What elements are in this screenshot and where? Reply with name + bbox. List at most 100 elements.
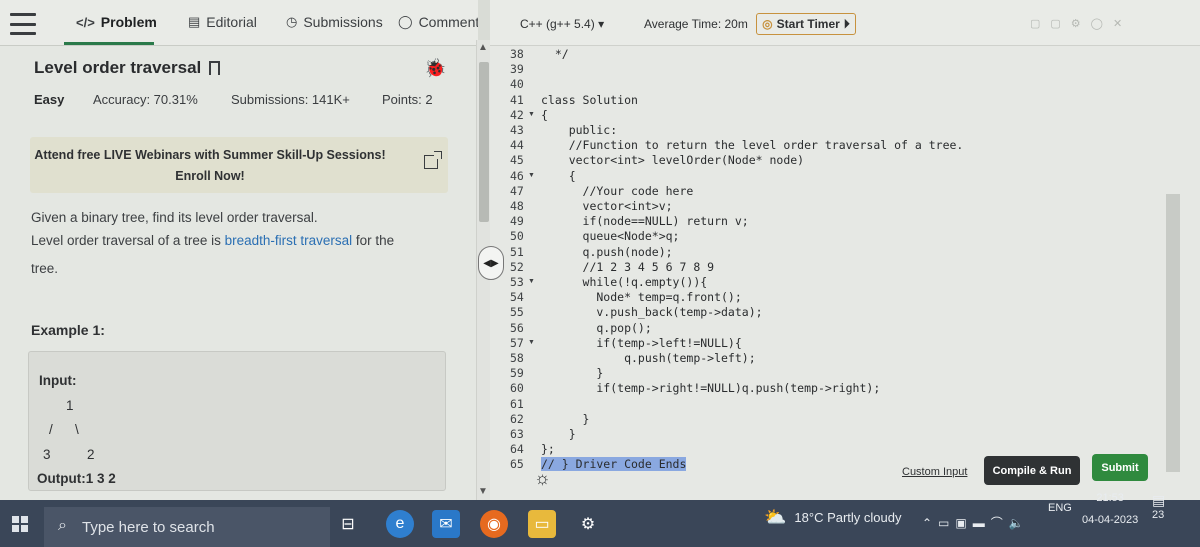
banner-enroll-link[interactable]: Enroll Now! bbox=[30, 169, 390, 183]
mail-icon[interactable]: ✉ bbox=[432, 510, 460, 538]
timer-icon: ◎ bbox=[762, 17, 773, 31]
clock-date: 04-04-2023 bbox=[1082, 514, 1139, 526]
fold-toggle-icon[interactable]: ▼ bbox=[528, 172, 535, 179]
code-line[interactable]: if(temp->left!=NULL){ bbox=[541, 336, 741, 350]
editor-tool-icons[interactable]: ▢▢⚙◯✕ bbox=[1030, 17, 1132, 30]
code-line[interactable]: vector<int>v; bbox=[541, 199, 673, 213]
lightbulb-icon[interactable]: ☼ bbox=[534, 468, 551, 489]
description-text-tail: for the bbox=[352, 233, 395, 248]
code-line[interactable]: if(node==NULL) return v; bbox=[541, 214, 749, 228]
edge-browser-icon[interactable]: e bbox=[386, 510, 414, 538]
accuracy-label: Accuracy: 70.31% bbox=[93, 92, 198, 107]
pane-resize-handle[interactable]: ◀▶ bbox=[478, 246, 504, 280]
windows-start-icon[interactable] bbox=[12, 516, 28, 532]
firefox-icon[interactable]: ◉ bbox=[480, 510, 508, 538]
line-number: 41 bbox=[510, 92, 524, 107]
weather-widget[interactable]: ⛅ 18°C Partly cloudy bbox=[764, 507, 902, 528]
weather-text: 18°C Partly cloudy bbox=[794, 510, 902, 525]
code-line[interactable]: q.push(node); bbox=[541, 245, 673, 259]
search-icon: ⌕ bbox=[58, 517, 67, 534]
custom-input-link[interactable]: Custom Input bbox=[902, 466, 967, 478]
code-line[interactable]: class Solution bbox=[541, 93, 638, 107]
code-line[interactable]: } bbox=[541, 366, 603, 380]
code-line[interactable]: while(!q.empty()){ bbox=[541, 275, 708, 289]
tab-comments[interactable]: ◯ Comments bbox=[398, 14, 478, 30]
submit-button[interactable]: Submit bbox=[1092, 454, 1148, 481]
description-line-2: Level order traversal of a tree is bread… bbox=[31, 233, 394, 248]
tab-editorial[interactable]: ▤ Editorial bbox=[188, 14, 257, 30]
banner-headline: Attend free LIVE Webinars with Summer Sk… bbox=[34, 148, 386, 162]
input-language[interactable]: ENG bbox=[1048, 502, 1072, 514]
code-line[interactable]: q.pop(); bbox=[541, 321, 651, 335]
code-line[interactable]: public: bbox=[541, 123, 617, 137]
taskbar-clock[interactable]: 21:53 04-04-2023 bbox=[1082, 490, 1138, 528]
code-line[interactable]: vector<int> levelOrder(Node* node) bbox=[541, 153, 804, 167]
code-line[interactable]: q.push(temp->left); bbox=[541, 351, 756, 365]
chevron-down-icon: ▾ bbox=[598, 17, 605, 31]
fold-toggle-icon[interactable]: ▼ bbox=[528, 278, 535, 285]
line-number: 44 bbox=[510, 138, 524, 153]
code-line[interactable]: } bbox=[541, 427, 576, 441]
code-line[interactable]: */ bbox=[541, 47, 569, 61]
points-label: Points: 2 bbox=[382, 92, 433, 107]
example-box: Input: 1 / \ 3 2 Output:1 3 2 bbox=[28, 351, 446, 491]
bfs-link[interactable]: breadth-first traversal bbox=[225, 233, 353, 248]
scroll-down-icon[interactable]: ▼ bbox=[478, 486, 488, 497]
code-line[interactable]: //Function to return the level order tra… bbox=[541, 138, 964, 152]
bookmark-icon[interactable] bbox=[209, 61, 221, 75]
difficulty-label: Easy bbox=[34, 92, 65, 107]
tab-submissions[interactable]: ◷ Submissions bbox=[286, 14, 383, 30]
line-number: 50 bbox=[510, 229, 524, 244]
file-explorer-icon[interactable]: ▭ bbox=[528, 510, 556, 538]
code-line[interactable]: if(temp->right!=NULL)q.push(temp->right)… bbox=[541, 381, 880, 395]
line-number: 45 bbox=[510, 153, 524, 168]
notification-center[interactable]: ▤ 23 bbox=[1152, 492, 1165, 521]
menu-icon[interactable] bbox=[6, 10, 40, 38]
fold-toggle-icon[interactable]: ▼ bbox=[528, 111, 535, 118]
description-text: Level order traversal of a tree is bbox=[31, 233, 225, 248]
line-number: 49 bbox=[510, 214, 524, 229]
problem-title: Level order traversal bbox=[34, 58, 221, 78]
settings-gear-icon[interactable]: ⚙ bbox=[574, 510, 602, 538]
bug-icon[interactable]: 🐞 bbox=[424, 58, 446, 79]
description-line-3: tree. bbox=[31, 261, 59, 276]
code-icon: </> bbox=[76, 14, 95, 30]
system-tray-icons[interactable]: ⌃▭▣▬⌒🔈 bbox=[922, 514, 1030, 531]
problem-title-text: Level order traversal bbox=[34, 58, 202, 77]
task-view-icon[interactable]: ⊟ bbox=[334, 510, 362, 538]
description-line-1: Given a binary tree, find its level orde… bbox=[31, 210, 318, 225]
line-number: 61 bbox=[510, 396, 524, 411]
line-number: 54 bbox=[510, 290, 524, 305]
problem-scroll-thumb[interactable] bbox=[479, 62, 489, 222]
language-select[interactable]: C++ (g++ 5.4) ▾ bbox=[520, 17, 604, 31]
language-select-value: C++ (g++ 5.4) bbox=[520, 17, 595, 31]
line-number: 53 bbox=[510, 275, 524, 289]
scroll-up-icon[interactable]: ▲ bbox=[478, 42, 488, 53]
code-line[interactable]: } bbox=[541, 412, 590, 426]
line-number: 47 bbox=[510, 183, 524, 198]
code-line[interactable]: { bbox=[541, 108, 548, 122]
editor-scrollbar[interactable] bbox=[1166, 46, 1182, 472]
tab-problem[interactable]: </> Problem bbox=[76, 14, 157, 30]
code-line[interactable]: Node* temp=q.front(); bbox=[541, 290, 741, 304]
fold-toggle-icon[interactable]: ▼ bbox=[528, 339, 535, 346]
code-line[interactable]: queue<Node*>q; bbox=[541, 229, 680, 243]
play-icon: ⏵ bbox=[843, 16, 850, 31]
taskbar-search[interactable]: ⌕ Type here to search bbox=[44, 507, 330, 547]
webinar-banner[interactable]: Attend free LIVE Webinars with Summer Sk… bbox=[30, 137, 448, 193]
line-number: 63 bbox=[510, 427, 524, 441]
external-link-icon[interactable] bbox=[424, 151, 442, 169]
line-number: 51 bbox=[510, 244, 524, 259]
code-line[interactable]: //Your code here bbox=[541, 184, 694, 198]
compile-run-button[interactable]: Compile & Run bbox=[984, 456, 1080, 485]
problem-panel: </> Problem ▤ Editorial ◷ Submissions ◯ … bbox=[0, 0, 478, 500]
code-line[interactable]: { bbox=[541, 169, 576, 183]
tab-submissions-label: Submissions bbox=[303, 14, 383, 30]
start-timer-button[interactable]: ◎ Start Timer ⏵ bbox=[756, 13, 856, 35]
tab-editorial-label: Editorial bbox=[206, 14, 257, 30]
line-number: 55 bbox=[510, 305, 524, 320]
editor-scroll-thumb[interactable] bbox=[1166, 194, 1180, 472]
code-line[interactable]: //1 2 3 4 5 6 7 8 9 bbox=[541, 260, 715, 274]
average-time: Average Time: 20m bbox=[644, 17, 748, 31]
code-line[interactable]: v.push_back(temp->data); bbox=[541, 305, 762, 319]
